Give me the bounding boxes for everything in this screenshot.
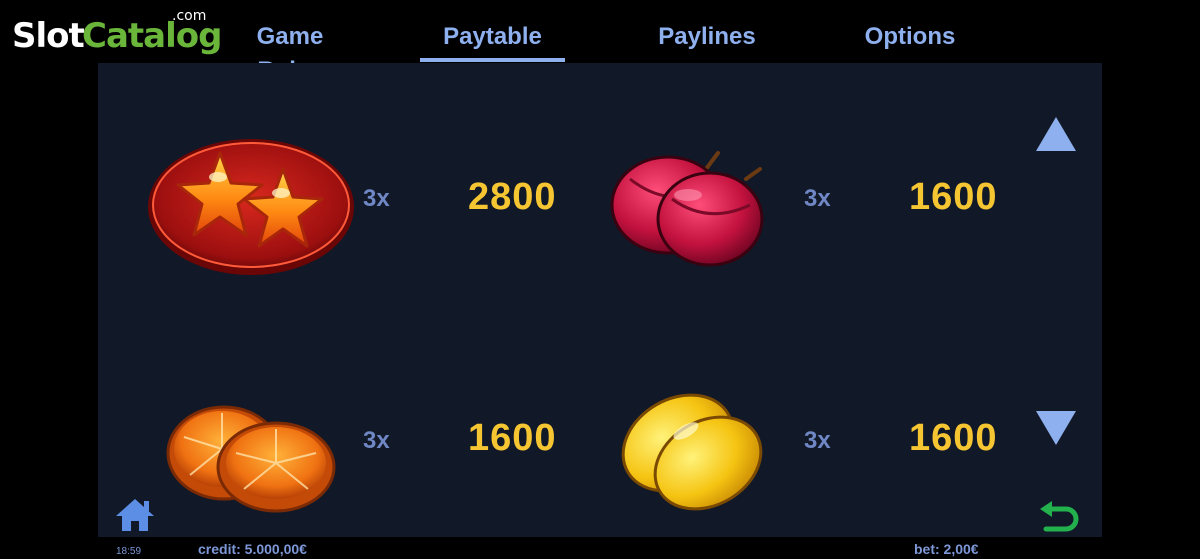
plums-symbol-icon xyxy=(610,151,764,267)
scroll-down-arrow-icon[interactable] xyxy=(1034,409,1078,447)
oranges-payout: 1600 xyxy=(468,417,557,459)
tab-game-rules[interactable]: Game Rules xyxy=(222,20,358,84)
clock-time: 18:59 xyxy=(116,546,142,557)
tab-paytable[interactable]: Paytable xyxy=(420,20,565,62)
plums-multiplier: 3x xyxy=(804,185,831,212)
lemons-symbol-icon xyxy=(621,393,763,511)
oranges-symbol-icon xyxy=(166,405,336,513)
tab-paylines[interactable]: Paylines xyxy=(650,20,764,60)
home-icon[interactable] xyxy=(114,497,156,533)
plums-payout: 1600 xyxy=(909,176,998,218)
bet-display: bet: 2,00€ xyxy=(914,541,979,557)
back-icon[interactable] xyxy=(1038,499,1080,535)
tab-options[interactable]: Options xyxy=(860,20,960,60)
oranges-multiplier: 3x xyxy=(363,427,390,454)
lemons-payout: 1600 xyxy=(909,417,998,459)
tab-bar: Game Rules Paytable Paylines Options xyxy=(0,0,1200,84)
lemons-multiplier: 3x xyxy=(804,427,831,454)
stars-payout: 2800 xyxy=(468,176,557,218)
stars-symbol-icon xyxy=(148,139,354,275)
scroll-up-arrow-icon[interactable] xyxy=(1034,115,1078,153)
credit-display: credit: 5.000,00€ xyxy=(198,541,307,557)
paytable-panel: 3x 2800 3x 1600 3x 1600 3x 1600 xyxy=(98,63,1102,537)
stars-multiplier: 3x xyxy=(363,185,390,212)
